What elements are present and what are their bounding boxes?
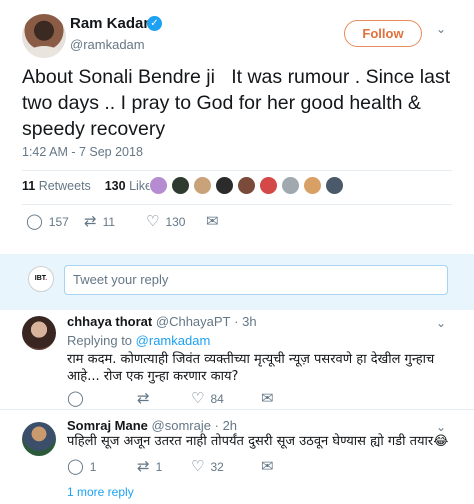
retweet-action[interactable]: ⇄ [137, 390, 156, 408]
reply-item[interactable]: Somraj Mane @somraje · 2h ⌄ पहिली सूज अज… [0, 410, 474, 482]
reply-action[interactable]: ◯ [67, 390, 90, 408]
reply-time[interactable]: 2h [223, 418, 237, 433]
retweet-icon: ⇄ [137, 390, 150, 407]
tweet-text: About Sonali Bendre ji It was rumour . S… [22, 66, 456, 140]
author-handle[interactable]: @ramkadam [70, 37, 145, 52]
liker-avatar[interactable] [303, 176, 322, 195]
retweet-icon: ⇄ [137, 458, 150, 475]
heart-icon: ♡ [191, 458, 205, 475]
retweet-icon: ⇄ [84, 213, 97, 230]
replying-to-handle[interactable]: @ramkadam [136, 333, 211, 348]
dot-separator: · [234, 314, 239, 329]
tweet-stats: 11 Retweets 130 Likes [22, 179, 158, 193]
tweet-timestamp[interactable]: 1:42 AM - 7 Sep 2018 [22, 145, 143, 159]
retweets-count[interactable]: 11 [22, 179, 35, 193]
reply-text: राम कदम. कोणत्याही जिवंत व्यक्तीच्या मृत… [67, 352, 435, 384]
liker-avatar[interactable] [325, 176, 344, 195]
liker-avatar[interactable] [171, 176, 190, 195]
like-count: 130 [165, 215, 186, 229]
liker-avatar[interactable] [193, 176, 212, 195]
replying-prefix: Replying to [67, 333, 133, 348]
reply-author-name[interactable]: Somraj Mane [67, 418, 148, 433]
reply-count: 157 [48, 215, 69, 229]
reply-avatar[interactable] [22, 422, 56, 456]
main-tweet: Ram Kadam ✓ @ramkadam Follow ⌄ About Son… [0, 0, 474, 254]
like-action[interactable]: ♡ 32 [191, 458, 224, 476]
retweets-label[interactable]: Retweets [39, 179, 91, 193]
chevron-down-icon[interactable]: ⌄ [436, 420, 446, 434]
envelope-icon: ✉ [206, 213, 219, 230]
reply-text: पहिली सूज अजून उतरत नाही तोपर्यंत दुसरी … [67, 434, 449, 449]
reply-icon: ◯ [67, 390, 84, 407]
reply-actions: ◯ 1 ⇄ 1 ♡ 32 ✉ [67, 458, 367, 478]
message-action[interactable]: ✉ [206, 213, 219, 231]
reply-composer: IBT. Tweet your reply [0, 254, 474, 310]
liker-avatar[interactable] [237, 176, 256, 195]
verified-badge-icon: ✓ [147, 16, 162, 31]
liker-avatar[interactable] [281, 176, 300, 195]
heart-icon: ♡ [146, 213, 160, 230]
follow-button[interactable]: Follow [344, 20, 422, 47]
liker-avatar[interactable] [259, 176, 278, 195]
reply-author-handle[interactable]: @somraje [152, 418, 211, 433]
liker-avatar[interactable] [149, 176, 168, 195]
liker-avatars [149, 176, 344, 198]
liker-avatar[interactable] [215, 176, 234, 195]
reply-icon: ◯ [26, 213, 43, 230]
more-replies-link[interactable]: 1 more reply [67, 485, 134, 499]
reply-icon: ◯ [67, 458, 84, 475]
replying-to: Replying to @ramkadam [67, 333, 210, 348]
reply-item[interactable]: chhaya thorat @ChhayaPT · 3h ⌄ Replying … [0, 310, 474, 410]
reply-input[interactable]: Tweet your reply [64, 265, 448, 295]
author-avatar[interactable] [22, 14, 66, 58]
reply-author-handle[interactable]: @ChhayaPT [156, 314, 231, 329]
reply-actions: ◯ ⇄ ♡ 84 ✉ [67, 390, 367, 410]
reply-action[interactable]: ◯ 1 [67, 458, 96, 476]
reply-action[interactable]: ◯ 157 [26, 213, 69, 231]
reply-author[interactable]: Somraj Mane @somraje · 2h [67, 418, 237, 433]
envelope-icon: ✉ [261, 458, 274, 475]
author-name[interactable]: Ram Kadam [70, 15, 157, 32]
retweet-action[interactable]: ⇄ 1 [137, 458, 162, 476]
tweet-actions: ◯ 157 ⇄ 11 ♡ 130 ✉ [22, 213, 462, 235]
heart-icon: ♡ [191, 390, 205, 407]
logo-text: IBT [34, 275, 46, 282]
retweet-action[interactable]: ⇄ 11 [84, 213, 115, 231]
like-action[interactable]: ♡ 130 [146, 213, 185, 231]
reply-count: 1 [89, 460, 97, 474]
dot-separator: · [214, 418, 219, 433]
reply-author-name[interactable]: chhaya thorat [67, 314, 152, 329]
retweet-count: 11 [102, 215, 116, 229]
message-action[interactable]: ✉ [261, 458, 274, 476]
reply-avatar[interactable] [22, 316, 56, 350]
user-avatar-logo[interactable]: IBT. [28, 266, 54, 292]
chevron-down-icon[interactable]: ⌄ [436, 316, 446, 330]
message-action[interactable]: ✉ [261, 390, 274, 408]
likes-count[interactable]: 130 [105, 179, 126, 193]
reply-author[interactable]: chhaya thorat @ChhayaPT · 3h [67, 314, 257, 329]
envelope-icon: ✉ [261, 390, 274, 407]
divider [22, 170, 452, 171]
chevron-down-icon[interactable]: ⌄ [436, 22, 446, 36]
like-count: 32 [210, 460, 224, 474]
retweet-count: 1 [155, 460, 163, 474]
reply-time[interactable]: 3h [242, 314, 256, 329]
divider [22, 204, 452, 205]
like-count: 84 [210, 392, 224, 406]
like-action[interactable]: ♡ 84 [191, 390, 224, 408]
